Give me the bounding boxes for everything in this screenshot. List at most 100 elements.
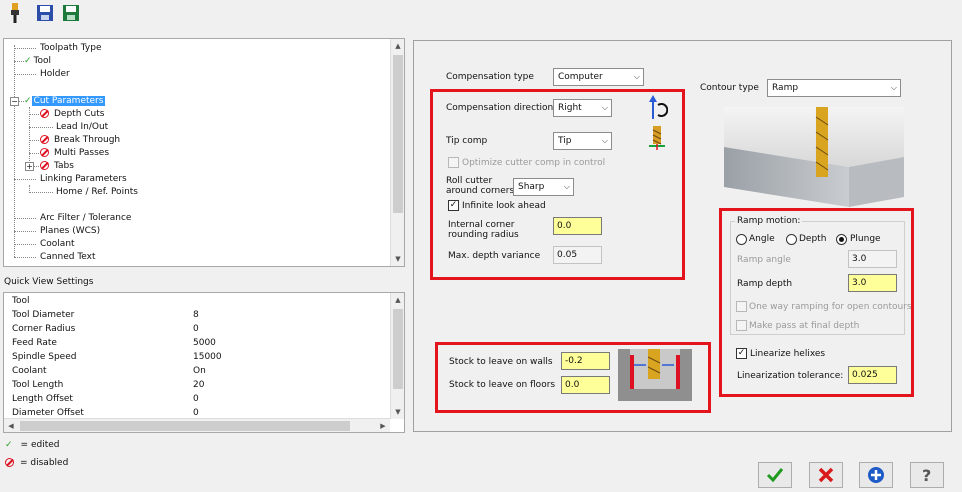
quick-view-scrollbar[interactable]: ▲ ▼ [390,293,404,419]
scroll-thumb[interactable] [393,309,403,389]
disabled-icon [40,148,49,157]
tree-item-label: Holder [40,69,70,79]
ramp-angle-radio-label: Angle [749,234,775,244]
optimize-comp-label: Optimize cutter comp in control [462,158,606,168]
legend-disabled: = disabled [5,458,68,468]
list-item: Tool [12,296,30,306]
optimize-comp-checkbox[interactable] [448,157,459,168]
tree-item-label: Linking Parameters [40,174,127,184]
scroll-thumb[interactable] [393,55,403,213]
tree-item-label: Planes (WCS) [40,226,101,236]
tree-item-coolant[interactable]: Coolant [38,238,77,250]
ramp-depth-radio[interactable] [786,234,797,245]
scroll-down-icon[interactable]: ▼ [391,405,404,419]
lin-tol-input[interactable]: 0.025 [848,366,897,384]
list-item: Tool Length 20 [12,380,205,390]
comp-dir-select[interactable]: Right ⌵ [553,99,612,117]
ramp-depth-radio-label: Depth [799,234,827,244]
one-way-ramp-label: One way ramping for open contours [749,302,912,312]
tree-scrollbar[interactable]: ▲ ▼ [390,39,404,266]
save-library-icon[interactable] [60,2,82,24]
scroll-left-icon[interactable]: ◀ [4,419,18,432]
comp-type-select[interactable]: Computer ⌵ [553,68,644,86]
tree-item-label: Tabs [54,161,74,171]
tree-item-label: Arc Filter / Tolerance [40,213,132,223]
ok-button[interactable] [758,462,792,488]
chevron-down-icon: ⌵ [890,83,897,92]
edited-check-icon: ✓ [5,440,13,450]
chevron-down-icon: ⌵ [601,103,608,112]
cancel-button[interactable] [809,462,843,488]
tree-item-lead-in-out[interactable]: Lead In/Out [54,121,110,133]
add-plus-icon [868,467,884,483]
disabled-icon [40,109,49,118]
tip-comp-select[interactable]: Tip ⌵ [553,132,612,150]
scroll-right-icon[interactable]: ▶ [376,419,390,432]
scroll-down-icon[interactable]: ▼ [391,252,404,266]
stock-floors-input[interactable]: 0.0 [561,376,610,394]
infinite-look-ahead-checkbox[interactable]: ✓ [448,200,459,211]
roll-cutter-select[interactable]: Sharp ⌵ [513,178,574,196]
comp-type-label: Compensation type [446,72,534,82]
list-item: Spindle Speed 15000 [12,352,222,362]
collapse-toggle-icon[interactable]: − [10,97,19,106]
list-item: Length Offset 0 [12,394,199,404]
max-depth-input[interactable]: 0.05 [553,246,602,264]
stock-walls-input[interactable]: -0.2 [561,352,610,370]
tree-item-depth-cuts[interactable]: Depth Cuts [40,108,106,120]
final-depth-label: Make pass at final depth [749,321,860,331]
tree-item-tool[interactable]: ✓ Tool [24,55,53,67]
tree-item-holder[interactable]: Holder [38,68,72,80]
tool-holder-icon[interactable] [4,2,26,24]
tree-item-cut-parameters[interactable]: ✓ Cut Parameters [24,95,106,107]
help-question-icon: ? [922,466,931,484]
contour-type-select[interactable]: Ramp ⌵ [767,79,901,97]
tree-item-toolpath-type[interactable]: Toolpath Type [38,42,103,54]
help-button[interactable]: ? [910,462,944,488]
tree-item-label: Coolant [40,239,75,249]
linearize-helixes-checkbox[interactable]: ✓ [736,348,747,359]
scroll-up-icon[interactable]: ▲ [391,39,404,53]
comp-direction-icon [646,95,669,124]
ramp-angle-radio[interactable] [736,234,747,245]
tree-item-home-ref-points[interactable]: Home / Ref. Points [54,186,140,198]
edited-check-icon: ✓ [24,56,32,66]
ramp-plunge-radio[interactable] [836,234,847,245]
tree-item-break-through[interactable]: Break Through [40,134,122,146]
internal-corner-input[interactable]: 0.0 [553,217,602,235]
stock-walls-label: Stock to leave on walls [449,357,553,367]
tree-item-label: Toolpath Type [40,43,102,53]
chevron-down-icon: ⌵ [563,182,570,191]
expand-toggle-icon[interactable]: + [25,162,34,171]
add-button[interactable] [859,462,893,488]
stock-preview-image [618,349,692,404]
one-way-ramp-checkbox[interactable] [736,301,747,312]
quick-view-hscrollbar[interactable]: ◀ ▶ [4,418,390,432]
save-icon[interactable] [34,2,56,24]
tree-item-label: Home / Ref. Points [56,187,138,197]
tree-item-label: Cut Parameters [31,96,106,106]
lin-tol-label: Linearization tolerance: [737,371,844,381]
edited-check-icon: ✓ [24,96,32,106]
tree-item-tabs[interactable]: Tabs [40,160,76,172]
ramp-preview-image [724,107,904,210]
disabled-icon [40,135,49,144]
list-item: Tool Diameter 8 [12,310,199,320]
ok-check-icon [766,468,784,483]
tree-item-label: Multi Passes [54,148,110,158]
final-depth-checkbox[interactable] [736,320,747,331]
ramp-depth-input[interactable]: 3.0 [848,274,897,292]
max-depth-label: Max. depth variance [448,251,541,261]
tree-item-multi-passes[interactable]: Multi Passes [40,147,111,159]
comp-dir-label: Compensation direction [446,103,554,113]
ramp-angle-input[interactable]: 3.0 [848,250,897,268]
tree-item-canned-text[interactable]: Canned Text [38,251,98,263]
tree-item-linking-parameters[interactable]: Linking Parameters [38,173,129,185]
tree-item-planes[interactable]: Planes (WCS) [38,225,102,237]
scroll-thumb[interactable] [20,421,350,431]
scroll-up-icon[interactable]: ▲ [391,293,404,307]
tree-item-arc-filter[interactable]: Arc Filter / Tolerance [38,212,133,224]
linearize-helixes-label: Linearize helixes [750,349,826,359]
infinite-look-ahead-label: Infinite look ahead [462,201,546,211]
tree-item-label: Canned Text [40,252,96,262]
